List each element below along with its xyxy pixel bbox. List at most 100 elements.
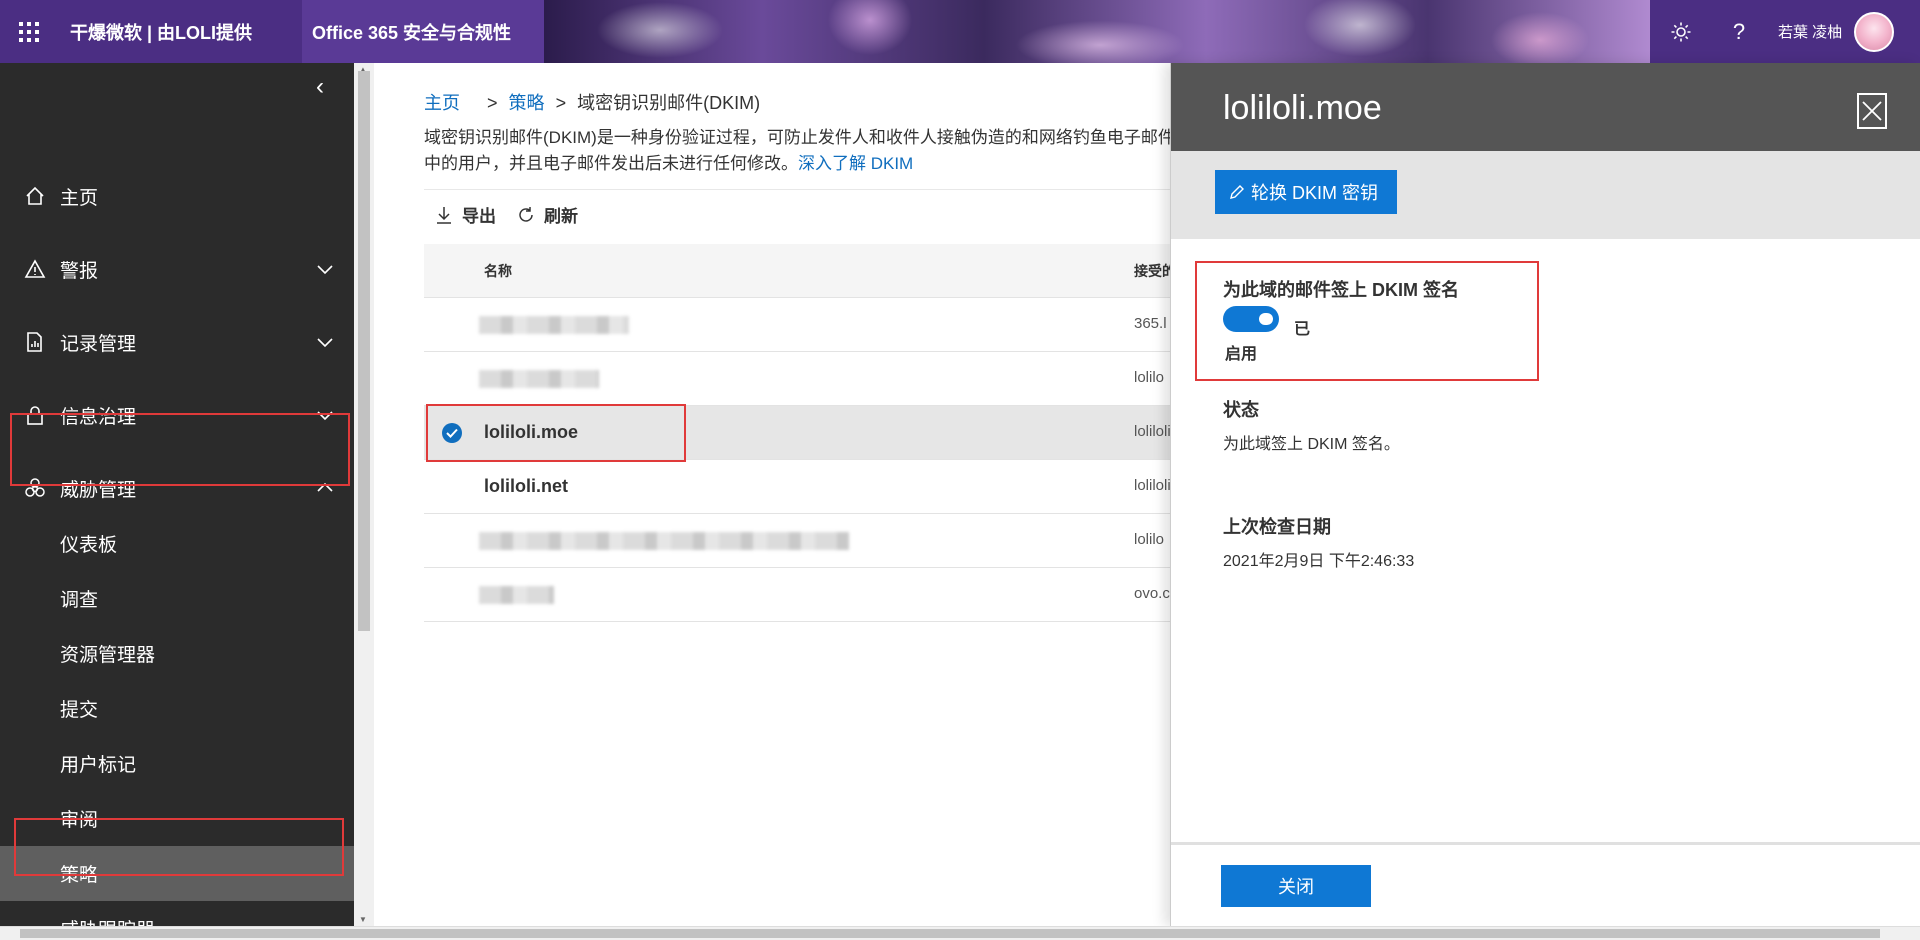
sidebar-item-threat-management[interactable]: 威胁管理 <box>0 452 354 524</box>
sidebar-item-label: 主页 <box>60 187 99 209</box>
accepted-domain-cell: loliloli <box>1134 423 1171 440</box>
last-checked-title: 上次检查日期 <box>1223 517 1331 537</box>
accepted-domain-cell: 365.l <box>1134 315 1167 332</box>
sidebar-item-label: 警报 <box>60 260 99 282</box>
export-label: 导出 <box>462 207 496 226</box>
accepted-domain-cell: lolilo <box>1134 369 1165 386</box>
refresh-label: 刷新 <box>544 207 578 226</box>
settings-button[interactable] <box>1652 0 1710 63</box>
chevron-down-icon <box>317 338 333 348</box>
breadcrumb-policy[interactable]: 策略 <box>509 93 545 113</box>
sidebar-item-label: 资源管理器 <box>60 645 156 666</box>
table-row[interactable]: 365.l <box>424 298 1184 352</box>
sidebar-subitem-explorer[interactable]: 资源管理器 <box>0 626 354 681</box>
table-row-selected[interactable]: loliloli.moe loliloli <box>424 406 1184 460</box>
sidebar-item-label: 用户标记 <box>60 755 137 776</box>
question-icon: ? <box>1732 18 1746 44</box>
close-panel-button[interactable] <box>1857 93 1887 129</box>
chevron-up-icon <box>317 482 333 492</box>
breadcrumb-current: 域密钥识别邮件(DKIM) <box>577 93 761 113</box>
sidebar-subitem-review[interactable]: 审阅 <box>0 791 354 846</box>
sidebar-scrollbar[interactable]: ▲ ▼ <box>354 63 374 926</box>
sidebar-subitem-user-tags[interactable]: 用户标记 <box>0 736 354 791</box>
rotate-dkim-key-label: 轮换 DKIM 密钥 <box>1251 183 1379 203</box>
toolbar: 导出 刷新 <box>424 189 1184 239</box>
status-value: 为此域签上 DKIM 签名。 <box>1223 436 1400 453</box>
avatar[interactable] <box>1854 11 1895 52</box>
sidebar-item-label: 调查 <box>60 590 99 611</box>
last-checked-value: 2021年2月9日 下午2:46:33 <box>1223 553 1415 570</box>
description-line-2: 中的用户，并且电子邮件发出后未进行任何修改。深入了解 DKIM <box>424 151 1184 177</box>
download-icon <box>437 206 451 224</box>
sidebar-item-records[interactable]: 记录管理 <box>0 306 354 378</box>
status-title: 状态 <box>1223 400 1259 420</box>
selected-check-icon[interactable] <box>442 423 462 443</box>
refresh-icon <box>519 206 533 222</box>
table-header: 名称 接受的域 <box>424 244 1190 298</box>
main-content: 主页 > 策略 > 域密钥识别邮件(DKIM) 域密钥识别邮件(DKIM)是一种… <box>374 63 1190 926</box>
sidebar-item-label: 威胁跟踪器 <box>60 915 155 926</box>
app-launcher-button[interactable] <box>0 0 58 63</box>
learn-more-link[interactable]: 深入了解 DKIM <box>798 154 913 173</box>
scrollbar-thumb[interactable] <box>358 71 370 631</box>
horizontal-scrollbar[interactable] <box>0 926 1920 940</box>
warning-icon <box>24 259 46 278</box>
home-icon <box>26 186 44 205</box>
dkim-sign-toggle[interactable] <box>1223 306 1279 332</box>
collapse-nav-button[interactable]: ‹ <box>316 75 336 99</box>
sidebar-subitem-threat-tracker[interactable]: 威胁跟踪器 <box>0 901 354 926</box>
refresh-button[interactable]: 刷新 <box>516 202 578 227</box>
sidebar: ‹ 主页 警报 记录管理 信息治理 威胁管理 仪表板 调查 资源管理器 提交 用… <box>0 63 354 926</box>
scroll-down-icon[interactable]: ▼ <box>359 915 367 924</box>
redacted-name <box>479 370 599 388</box>
domain-name-cell: loliloli.net <box>484 476 568 496</box>
biohazard-icon <box>25 478 45 497</box>
breadcrumb: 主页 > 策略 > 域密钥识别邮件(DKIM) <box>424 89 760 115</box>
dkim-sign-label: 为此域的邮件签上 DKIM 签名 <box>1223 280 1459 300</box>
top-right-controls: ? 若葉 凌柚 <box>1652 0 1920 63</box>
scrollbar-thumb[interactable] <box>20 929 1880 938</box>
redacted-name <box>479 316 629 334</box>
sidebar-subitem-policy[interactable]: 策略 <box>0 846 354 901</box>
waffle-icon <box>19 21 39 42</box>
sidebar-item-label: 仪表板 <box>60 535 118 556</box>
sidebar-subitem-investigation[interactable]: 调查 <box>0 571 354 626</box>
breadcrumb-separator: > <box>555 93 567 113</box>
sidebar-item-label: 策略 <box>60 865 99 886</box>
toggle-state-text-2: 启用 <box>1225 346 1258 363</box>
chevron-down-icon <box>317 411 333 421</box>
accepted-domain-cell: lolilo <box>1134 531 1165 548</box>
close-button[interactable]: 关闭 <box>1221 865 1371 907</box>
product-name[interactable]: Office 365 安全与合规性 <box>302 0 544 63</box>
sidebar-item-alerts[interactable]: 警报 <box>0 233 354 305</box>
description-text: 中的用户，并且电子邮件发出后未进行任何修改。 <box>424 154 798 173</box>
sidebar-subitem-dashboard[interactable]: 仪表板 <box>0 516 354 571</box>
help-button[interactable]: ? <box>1710 0 1768 63</box>
panel-footer: 关闭 <box>1171 842 1920 926</box>
records-icon <box>27 332 42 352</box>
brand-name[interactable]: 干爆微软 | 由LOLI提供 <box>58 0 284 63</box>
table-row[interactable]: lolilo <box>424 514 1184 568</box>
rotate-dkim-key-button[interactable]: 轮换 DKIM 密钥 <box>1215 170 1397 214</box>
sidebar-item-label: 信息治理 <box>60 406 137 428</box>
toggle-state-text: 已 <box>1294 321 1311 338</box>
user-name[interactable]: 若葉 凌柚 <box>1778 21 1842 42</box>
redacted-name <box>479 532 849 550</box>
sidebar-item-label: 审阅 <box>60 810 99 831</box>
accepted-domain-cell: ovo.c <box>1134 585 1170 602</box>
close-icon <box>1862 101 1882 121</box>
table-row[interactable]: ovo.c <box>424 568 1184 622</box>
details-panel: loliloli.moe 轮换 DKIM 密钥 为此域的邮件签上 DKIM 签名… <box>1170 63 1920 926</box>
export-button[interactable]: 导出 <box>424 202 496 227</box>
sidebar-item-home[interactable]: 主页 <box>0 160 354 232</box>
table-row[interactable]: lolilo <box>424 352 1184 406</box>
sidebar-item-label: 提交 <box>60 700 99 721</box>
column-header-name[interactable]: 名称 <box>484 261 512 281</box>
breadcrumb-home[interactable]: 主页 <box>424 93 460 113</box>
sidebar-item-label: 记录管理 <box>60 333 137 355</box>
table-row[interactable]: loliloli.net loliloli <box>424 460 1184 514</box>
panel-title: loliloli.moe <box>1223 89 1382 127</box>
sidebar-subitem-submissions[interactable]: 提交 <box>0 681 354 736</box>
sidebar-item-info-governance[interactable]: 信息治理 <box>0 379 354 451</box>
gear-icon <box>1671 22 1691 41</box>
